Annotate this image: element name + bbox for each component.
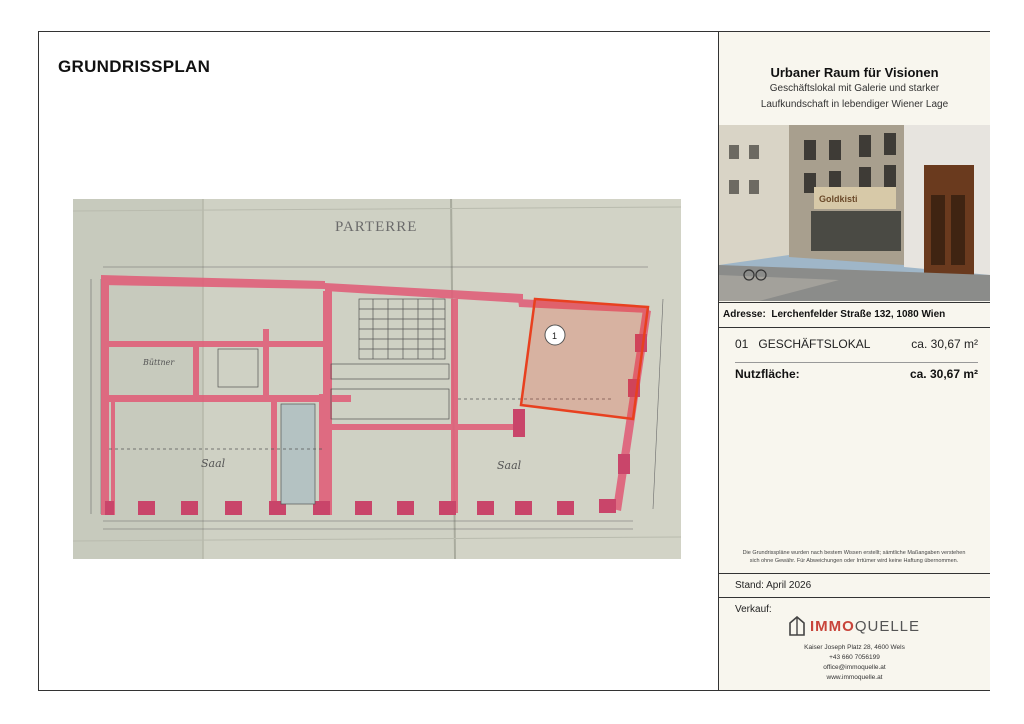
disclaimer: Die Grundrisspläne wurden nach bestem Wi…	[725, 549, 983, 565]
usable-area-value: ca. 30,67 m²	[909, 367, 978, 381]
unit-area: ca. 30,67 m²	[911, 337, 978, 351]
contact-phone[interactable]: +43 660 7056199	[719, 653, 990, 663]
house-logo-icon	[789, 616, 805, 636]
contact-street: Kaiser Joseph Platz 28, 4600 Wels	[804, 644, 905, 651]
street-photo: Goldkisti	[719, 125, 990, 301]
disclaimer-line2: sich ohne Gewähr. Für Abweichungen oder …	[749, 558, 959, 564]
logo-text-immo: IMMO	[809, 617, 855, 635]
sidebar-header: Urbaner Raum für Visionen Geschäftslokal…	[719, 32, 990, 124]
address-value: Lerchenfelder Straße 132, 1080 Wien	[771, 309, 946, 320]
plan-parterre-label: PARTERRE	[335, 219, 417, 235]
page-title: GRUNDRISSPLAN	[58, 57, 211, 76]
expose-sheet: GRUNDRISSPLAN PARTERRE 1 Saal Saal Büttn…	[38, 31, 990, 691]
property-subtitle-line1: Geschäftslokal mit Galerie und starker	[769, 83, 940, 94]
contact-web[interactable]: www.immoquelle.at	[719, 673, 990, 683]
logo-text-quelle: QUELLE	[854, 617, 921, 635]
usable-area-row: Nutzfläche: ca. 30,67 m²	[735, 362, 978, 381]
property-subtitle-line2: Laufkundschaft in lebendiger Wiener Lage	[760, 99, 949, 110]
address-label: Adresse:	[723, 309, 766, 320]
usable-area-label: Nutzfläche:	[735, 367, 800, 381]
contact-email[interactable]: office@immoquelle.at	[719, 663, 990, 673]
address-row: Adresse: Lerchenfelder Straße 132, 1080 …	[719, 302, 990, 328]
room-label-right: Saal	[497, 459, 522, 472]
room-label-left: Saal	[201, 457, 226, 470]
highlighted-unit-area	[519, 297, 650, 421]
unit-number: 01	[735, 337, 749, 351]
company-logo: IMMOQUELLE	[719, 616, 990, 641]
contact-block: Kaiser Joseph Platz 28, 4600 Wels +43 66…	[719, 643, 990, 683]
unit-marker: 1	[552, 331, 557, 341]
info-sidebar: Urbaner Raum für Visionen Geschäftslokal…	[719, 32, 990, 690]
stand-date: Stand: April 2026	[719, 573, 990, 598]
floorplan-panel: GRUNDRISSPLAN PARTERRE 1 Saal Saal Büttn…	[39, 32, 719, 690]
unit-name: GESCHÄFTSLOKAL	[758, 337, 871, 351]
room-label-small: Büttner	[142, 358, 175, 367]
disclaimer-line1: Die Grundrisspläne wurden nach bestem Wi…	[742, 550, 966, 556]
shop-sign: Goldkisti	[819, 194, 858, 204]
unit-row: 01 GESCHÄFTSLOKAL ca. 30,67 m²	[735, 337, 978, 357]
floorplan-image: PARTERRE 1 Saal Saal Büttner	[73, 199, 681, 559]
verkauf-label: Verkauf:	[735, 604, 772, 615]
property-title: Urbaner Raum für Visionen	[770, 65, 939, 80]
